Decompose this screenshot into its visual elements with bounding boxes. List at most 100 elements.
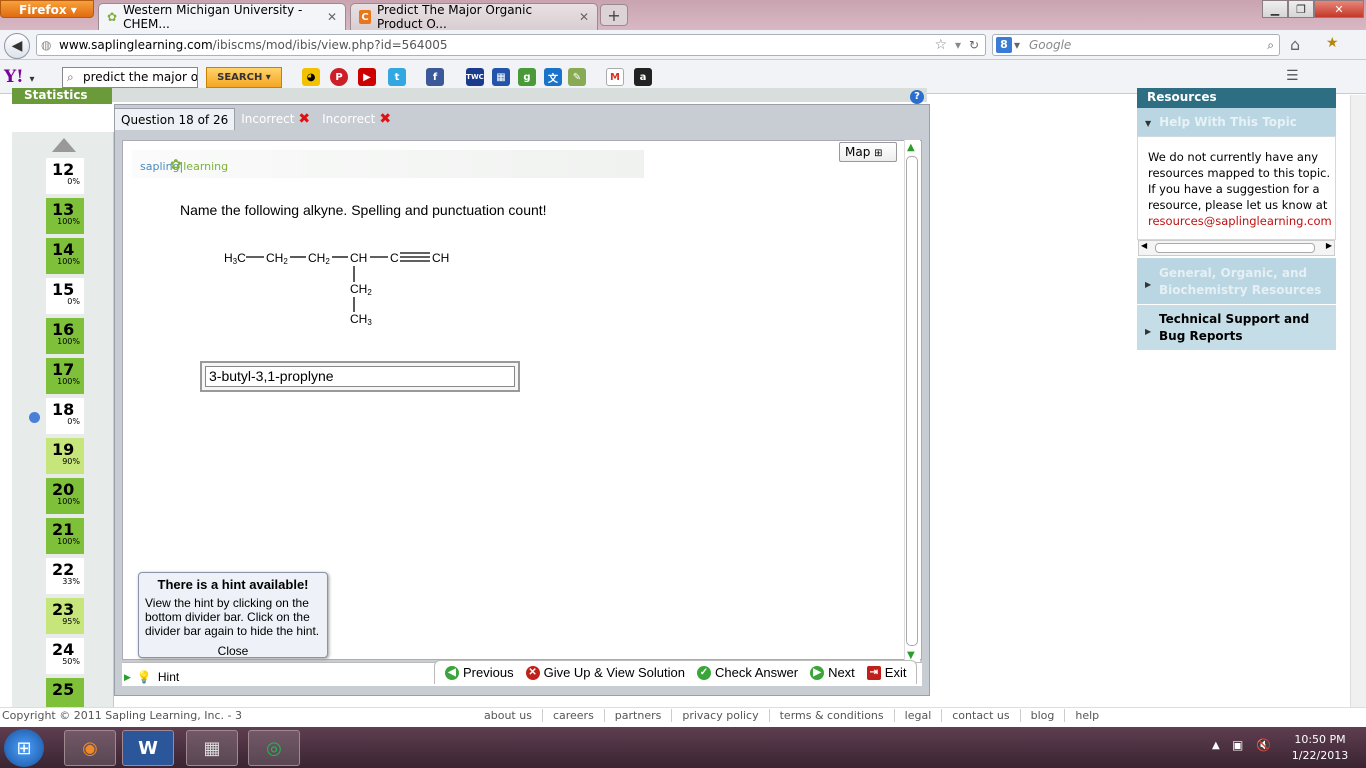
pacman-icon[interactable]: ◕ [302,68,320,86]
volume-muted-icon[interactable]: 🔇 [1256,738,1271,752]
footer-link-careers[interactable]: careers [541,709,604,722]
network-icon[interactable]: ▣ [1232,738,1243,752]
tab-close-icon[interactable]: ✕ [579,10,589,24]
search-engine-dropdown-icon[interactable]: ▾ [1014,35,1020,55]
windows-start-icon[interactable]: ⊞ [4,729,44,767]
help-info-icon[interactable]: ? [910,90,924,104]
general-resources-section[interactable]: ▶ General, Organic, and Biochemistry Reso… [1137,258,1336,304]
question-item-21[interactable]: 21 100% [46,518,84,556]
tray-expand-icon[interactable]: ▲ [1212,740,1220,751]
atom-ch2-a: CH2 [266,251,288,266]
paint-icon[interactable]: ✎ [568,68,586,86]
yahoo-search-button[interactable]: SEARCH ▾ [206,67,282,88]
minimize-button[interactable]: ▁ [1262,0,1288,18]
google-search-box[interactable]: 8 ▾ Google ⌕ [992,34,1280,56]
scroll-right-icon[interactable]: ▶ [1326,241,1332,250]
previous-button[interactable]: ◀ Previous [445,665,514,680]
footer-link-privacy-policy[interactable]: privacy policy [671,709,768,722]
translate-icon[interactable]: 文 [544,68,562,86]
gmail-icon[interactable]: M [606,68,624,86]
help-topic-section[interactable]: ▼ Help With This Topic [1137,108,1336,136]
hint-button[interactable]: ▶ 💡 Hint [124,670,179,684]
addon-star-icon[interactable]: ★ [1326,35,1339,51]
dropdown-icon[interactable]: ▾ [955,35,961,55]
youtube-icon[interactable]: ▶ [358,68,376,86]
resources-email-link[interactable]: resources@saplinglearning.com [1148,214,1332,228]
copyright-text: Copyright © 2011 Sapling Learning, Inc. … [2,709,242,722]
bookmark-star-icon[interactable]: ☆ [934,35,947,55]
next-button[interactable]: ▶ Next [810,665,855,680]
question-item-18[interactable]: 18 0% [46,398,84,436]
question-item-23[interactable]: 23 95% [46,598,84,636]
map-tree-icon: ⊞ [874,148,883,159]
footer-link-blog[interactable]: blog [1019,709,1065,722]
tab-label: Predict The Major Organic Product O... [377,3,533,31]
word-taskbar-icon[interactable]: W [122,730,174,766]
tab-western-michigan[interactable]: ✿ Western Michigan University - CHEM... … [98,3,346,31]
calendar-icon[interactable]: ▦ [492,68,510,86]
attempt-label: Incorrect [241,112,295,126]
question-item-20[interactable]: 20 100% [46,478,84,516]
footer-link-contact-us[interactable]: contact us [941,709,1019,722]
resources-header[interactable]: Resources [1137,88,1336,108]
question-item-17[interactable]: 17 100% [46,358,84,396]
new-tab-button[interactable]: + [600,4,628,26]
twc-icon[interactable]: TWC [466,68,484,86]
globe-icon: ◍ [41,38,52,52]
twitter-icon[interactable]: t [388,68,406,86]
tab-predict-product[interactable]: C Predict The Major Organic Product O...… [350,3,598,31]
taskbar-clock[interactable]: 10:50 PM 1/22/2013 [1280,732,1360,764]
pinterest-icon[interactable]: P [330,68,348,86]
question-item-14[interactable]: 14 100% [46,238,84,276]
question-item-24[interactable]: 24 50% [46,638,84,676]
home-icon[interactable]: ⌂ [1290,35,1300,54]
scroll-left-icon[interactable]: ◀ [1141,241,1147,250]
footer-link-legal[interactable]: legal [893,709,942,722]
list-icon[interactable]: ☰ [1286,68,1299,84]
map-button[interactable]: Map ⊞ [839,142,897,162]
reload-icon[interactable]: ↻ [969,35,979,55]
back-arrow-icon[interactable]: ◀ [4,33,30,59]
amazon-icon[interactable]: a [634,68,652,86]
question-item-13[interactable]: 13 100% [46,198,84,236]
scrollbar-thumb[interactable] [1155,243,1315,253]
statistics-tab[interactable]: Statistics [12,88,112,104]
page-scrollbar[interactable] [1350,95,1366,707]
spotify-taskbar-icon[interactable]: ◎ [248,730,300,766]
question-item-15[interactable]: 15 0% [46,278,84,316]
attempt-tab-1[interactable]: Incorrect ✖ [235,108,316,130]
exit-button[interactable]: ⇥ Exit [866,665,906,680]
resources-message: We do not currently have any resources m… [1137,136,1336,240]
google-apps-icon[interactable]: g [518,68,536,86]
question-item-22[interactable]: 22 33% [46,558,84,596]
yahoo-logo[interactable]: Y! ▾ [4,67,35,87]
tab-close-icon[interactable]: ✕ [327,10,337,24]
footer-link-about-us[interactable]: about us [474,709,542,722]
footer-link-terms-conditions[interactable]: terms & conditions [768,709,894,722]
scrollbar-thumb[interactable] [906,156,918,646]
scroll-up-icon[interactable] [52,138,76,152]
maximize-button[interactable]: ❐ [1288,0,1314,18]
question-counter-tab[interactable]: Question 18 of 26 [114,108,236,130]
sidebar-horizontal-scrollbar[interactable]: ◀ ▶ [1138,240,1335,256]
search-icon[interactable]: ⌕ [1267,35,1274,55]
question-item-19[interactable]: 19 90% [46,438,84,476]
question-item-16[interactable]: 16 100% [46,318,84,356]
firefox-taskbar-icon[interactable]: ◉ [64,730,116,766]
yahoo-search-input[interactable]: ⌕ predict the major org [62,67,198,88]
hint-close-link[interactable]: Close [145,644,321,658]
check-answer-button[interactable]: ✓ Check Answer [696,665,798,680]
scroll-up-arrow-icon[interactable]: ▲ [907,142,915,153]
footer-link-partners[interactable]: partners [603,709,672,722]
calculator-taskbar-icon[interactable]: ▦ [186,730,238,766]
answer-input[interactable]: 3-butyl-3,1-proplyne [205,366,515,387]
facebook-icon[interactable]: f [426,68,444,86]
close-window-button[interactable]: ✕ [1314,0,1364,18]
tech-support-section[interactable]: ▶ Technical Support and Bug Reports [1137,305,1336,350]
question-item-12[interactable]: 12 0% [46,158,84,196]
footer-link-help[interactable]: help [1064,709,1109,722]
firefox-menu-button[interactable]: Firefox ▾ [0,0,94,18]
give-up-button[interactable]: ✕ Give Up & View Solution [525,665,685,680]
attempt-tab-2[interactable]: Incorrect ✖ [316,108,397,130]
url-bar[interactable]: ◍ www.saplinglearning.com/ibiscms/mod/ib… [36,34,986,56]
